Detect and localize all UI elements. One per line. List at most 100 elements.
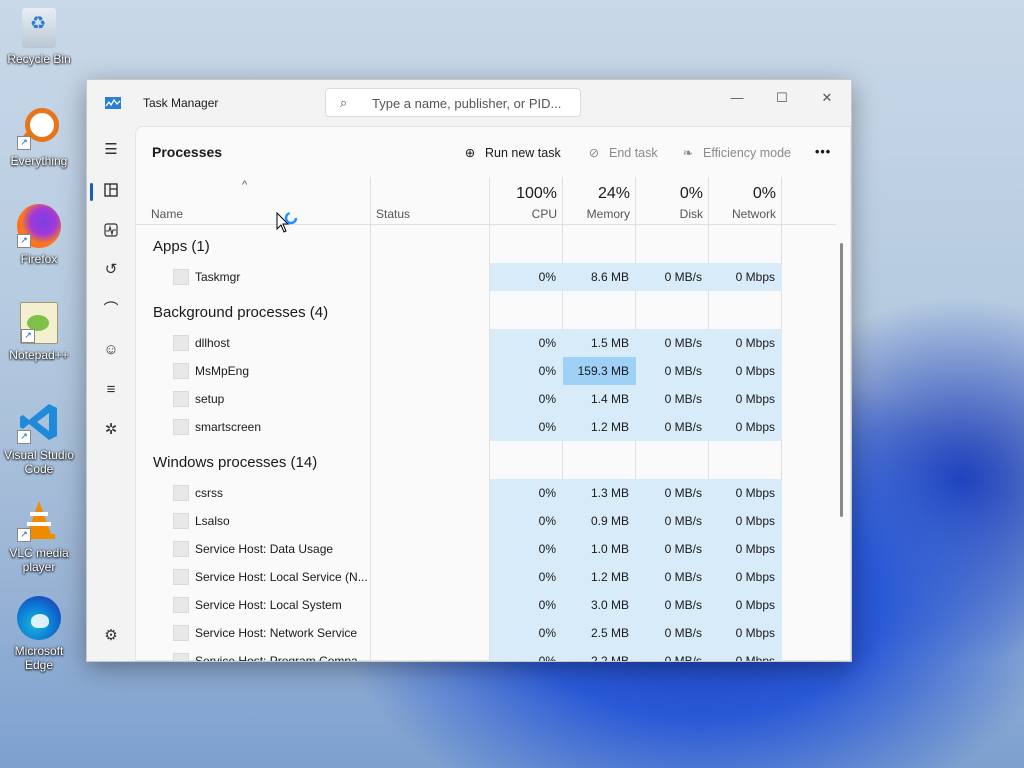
maximize-button[interactable]: ☐ — [762, 86, 802, 110]
cpu-cell: 0% — [490, 413, 563, 441]
column-header-name[interactable]: ^ Name — [136, 177, 370, 225]
memory-cell: 159.3 MB — [563, 357, 636, 385]
run-task-icon: ⊕ — [464, 146, 476, 160]
memory-cell: 1.0 MB — [563, 535, 636, 563]
process-name: setup — [195, 392, 225, 406]
details-icon[interactable]: ≡ — [97, 376, 125, 404]
process-icon — [173, 335, 189, 351]
desktop-icon-label: Firefox — [20, 252, 58, 266]
settings-gear-icon[interactable]: ⚙ — [97, 622, 125, 650]
process-icon — [173, 625, 189, 641]
vscode-icon: ↗ — [17, 400, 61, 444]
memory-cell: 2.2 MB — [563, 647, 636, 661]
desktop-icon-vscode[interactable]: ↗ Visual Studio Code — [4, 400, 74, 476]
cpu-cell: 0% — [490, 263, 563, 291]
table-row[interactable]: Service Host: Local Service (N... 0% 1.2… — [136, 563, 836, 591]
process-icon — [173, 269, 189, 285]
table-row[interactable]: Service Host: Program Compa... 0% 2.2 MB… — [136, 647, 836, 662]
disk-cell: 0 MB/s — [636, 563, 709, 591]
process-name: Service Host: Network Service — [195, 626, 358, 640]
group-header-windows[interactable]: Windows processes (14) — [153, 454, 317, 471]
group-header-background[interactable]: Background processes (4) — [153, 304, 328, 321]
shortcut-arrow-icon: ↗ — [17, 136, 31, 150]
title-bar[interactable]: Task Manager ⌕ — ☐ ✕ — [87, 80, 851, 126]
process-name: Service Host: Program Compa... — [195, 654, 368, 662]
close-button[interactable]: ✕ — [807, 86, 847, 110]
shortcut-arrow-icon: ↗ — [21, 329, 35, 343]
network-cell: 0 Mbps — [709, 647, 782, 661]
efficiency-mode-button[interactable]: ❧ Efficiency mode — [679, 145, 791, 160]
column-header-status[interactable]: Status — [371, 177, 489, 225]
table-row[interactable]: dllhost 0% 1.5 MB 0 MB/s 0 Mbps — [136, 329, 836, 357]
column-header-network[interactable]: 0% Network — [709, 177, 782, 225]
firefox-icon: ↗ — [17, 204, 61, 248]
process-icon — [173, 569, 189, 585]
disk-cell: 0 MB/s — [636, 591, 709, 619]
hamburger-menu-icon[interactable]: ☰ — [97, 136, 125, 164]
nav-active-indicator — [90, 183, 93, 201]
desktop-icon-recycle-bin[interactable]: ♻ Recycle Bin — [4, 8, 74, 66]
task-manager-app-icon — [105, 96, 121, 109]
disk-cell: 0 MB/s — [636, 385, 709, 413]
search-input[interactable] — [370, 92, 574, 114]
busy-cursor-icon — [276, 211, 302, 243]
process-name: Service Host: Local System — [195, 598, 342, 612]
table-row[interactable]: csrss 0% 1.3 MB 0 MB/s 0 Mbps — [136, 479, 836, 507]
network-cell: 0 Mbps — [709, 563, 782, 591]
vertical-scrollbar[interactable] — [840, 243, 843, 517]
table-row[interactable]: Service Host: Network Service 0% 2.5 MB … — [136, 619, 836, 647]
table-row[interactable]: Lsalso 0% 0.9 MB 0 MB/s 0 Mbps — [136, 507, 836, 535]
cpu-cell: 0% — [490, 479, 563, 507]
more-options-button[interactable]: ••• — [815, 145, 831, 159]
users-icon[interactable]: ☺ — [97, 336, 125, 364]
end-task-button[interactable]: ⊘ End task — [585, 145, 658, 160]
desktop-icon-edge[interactable]: Microsoft Edge — [4, 596, 74, 672]
process-name: Service Host: Local Service (N... — [195, 570, 368, 584]
processes-icon[interactable] — [97, 176, 125, 204]
column-label: Name — [151, 207, 184, 221]
startup-apps-icon[interactable]: ⌒ — [97, 296, 125, 324]
column-label: Disk — [679, 207, 703, 221]
recycle-bin-icon: ♻ — [22, 8, 56, 48]
shortcut-arrow-icon: ↗ — [17, 430, 31, 444]
desktop-icon-label: VLC media player — [9, 546, 69, 574]
column-header-disk[interactable]: 0% Disk — [636, 177, 709, 225]
services-icon[interactable]: ✲ — [97, 416, 125, 444]
cpu-cell: 0% — [490, 647, 563, 661]
table-row[interactable]: MsMpEng 0% 159.3 MB 0 MB/s 0 Mbps — [136, 357, 836, 385]
desktop-icon-firefox[interactable]: ↗ Firefox — [4, 204, 74, 266]
desktop-icon-vlc[interactable]: ↗ VLC media player — [4, 498, 74, 574]
disk-cell: 0 MB/s — [636, 357, 709, 385]
column-label: CPU — [531, 207, 557, 221]
memory-cell: 1.5 MB — [563, 329, 636, 357]
app-history-icon[interactable]: ↺ — [97, 256, 125, 284]
run-new-task-button[interactable]: ⊕ Run new task — [461, 145, 561, 160]
desktop-icon-notepadpp[interactable]: ↗ Notepad++ — [4, 302, 74, 362]
performance-icon[interactable] — [97, 216, 125, 244]
network-cell: 0 Mbps — [709, 507, 782, 535]
table-row[interactable]: Service Host: Local System 0% 3.0 MB 0 M… — [136, 591, 836, 619]
cpu-total: 100% — [516, 185, 557, 202]
disk-cell: 0 MB/s — [636, 647, 709, 661]
table-row[interactable]: Taskmgr 0% 8.6 MB 0 MB/s 0 Mbps — [136, 263, 836, 291]
minimize-button[interactable]: — — [717, 86, 757, 110]
process-name: Service Host: Data Usage — [195, 542, 334, 556]
edge-icon — [17, 596, 61, 640]
table-row[interactable]: setup 0% 1.4 MB 0 MB/s 0 Mbps — [136, 385, 836, 413]
memory-cell: 3.0 MB — [563, 591, 636, 619]
column-header-cpu[interactable]: 100% CPU — [490, 177, 563, 225]
table-row[interactable]: Service Host: Data Usage 0% 1.0 MB 0 MB/… — [136, 535, 836, 563]
desktop-icon-everything[interactable]: ↗ Everything — [4, 106, 74, 168]
group-header-apps[interactable]: Apps (1) — [153, 238, 210, 255]
header-divider — [136, 224, 836, 225]
desktop-icon-label: Microsoft Edge — [14, 644, 64, 672]
search-box[interactable]: ⌕ — [325, 88, 581, 117]
window-title: Task Manager — [143, 96, 219, 110]
column-header-memory[interactable]: 24% Memory — [563, 177, 636, 225]
table-row[interactable]: smartscreen 0% 1.2 MB 0 MB/s 0 Mbps — [136, 413, 836, 441]
memory-cell: 1.2 MB — [563, 563, 636, 591]
shortcut-arrow-icon: ↗ — [17, 528, 31, 542]
desktop-icon-label: Notepad++ — [9, 348, 69, 362]
cpu-cell: 0% — [490, 619, 563, 647]
sort-ascending-icon: ^ — [242, 179, 248, 191]
